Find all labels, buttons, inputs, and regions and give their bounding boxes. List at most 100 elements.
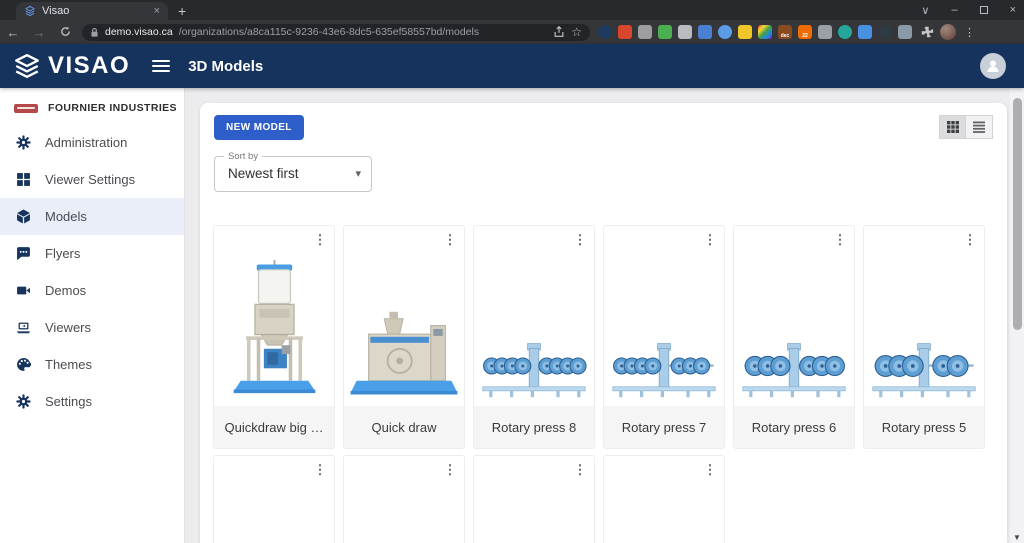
eye-extension-icon[interactable] (878, 25, 892, 39)
browser-profile-avatar[interactable] (940, 24, 956, 40)
card-menu-icon[interactable]: ⋮ (312, 232, 328, 250)
pointer-extension-icon[interactable] (898, 25, 912, 39)
card-menu-icon[interactable]: ⋮ (442, 232, 458, 250)
sidebar-item-label: Settings (45, 394, 92, 409)
forward-icon[interactable]: → (26, 25, 52, 40)
doc-extension-icon[interactable] (678, 25, 692, 39)
sidebar-item-administration[interactable]: Administration (0, 124, 184, 161)
sidebar-item-flyers[interactable]: Flyers (0, 235, 184, 272)
tab-close-icon[interactable]: × (154, 5, 160, 17)
card-footer[interactable]: Rotary press 7 (604, 406, 724, 448)
model-thumbnail-area[interactable] (734, 226, 854, 406)
sidebar-item-label: Demos (45, 283, 87, 298)
quickdraw-thumbnail (350, 311, 458, 395)
list-view-button[interactable] (966, 115, 993, 139)
model-thumbnail-area[interactable] (474, 226, 594, 406)
model-card-rotary-press-7[interactable]: ⋮ Rotary press 7 (603, 225, 725, 449)
sidebar-item-viewers[interactable]: Viewers (0, 309, 184, 346)
model-card-rotary-press-5[interactable]: ⋮ Rotary press 5 (863, 225, 985, 449)
crescent-extension-icon[interactable] (598, 25, 612, 39)
card-footer[interactable]: Rotary press 5 (864, 406, 984, 448)
sidebar-item-label: Models (45, 209, 87, 224)
share-icon[interactable] (553, 26, 565, 38)
model-card-rotary-press-6[interactable]: ⋮ Rotary press 6 (733, 225, 855, 449)
model-card-rotary-press-8[interactable]: ⋮ Rotary press 8 (473, 225, 595, 449)
model-card-partial[interactable]: ⋮ (473, 455, 595, 543)
menu-hamburger-icon[interactable] (152, 60, 171, 72)
minimize-icon[interactable]: – (951, 4, 957, 16)
card-footer[interactable]: Rotary press 8 (474, 406, 594, 448)
card-menu-icon[interactable]: ⋮ (572, 462, 588, 480)
model-card-quickdraw-big[interactable]: ⋮ Quickdraw big … (213, 225, 335, 449)
rotary-press-thumbnail (482, 343, 587, 398)
models-panel: NEW MODEL Sort by Newest first ▾ ⋮ Quick… (200, 103, 1007, 543)
scrollbar-thumb[interactable] (1012, 98, 1022, 330)
model-card-partial[interactable]: ⋮ (213, 455, 335, 543)
model-card-partial[interactable]: ⋮ (343, 455, 465, 543)
page-scrollbar[interactable]: ▼ (1010, 88, 1024, 543)
model-card-partial[interactable]: ⋮ (603, 455, 725, 543)
card-menu-icon[interactable]: ⋮ (442, 462, 458, 480)
sidebar-item-settings[interactable]: Settings (0, 383, 184, 420)
card-footer[interactable]: Rotary press 6 (734, 406, 854, 448)
card-menu-icon[interactable]: ⋮ (962, 232, 978, 250)
rotary-press-thumbnail (742, 343, 846, 398)
tab-search-icon[interactable]: ∨ (921, 4, 929, 17)
mail-extension-icon[interactable] (818, 25, 832, 39)
bookmark-star-icon[interactable]: ☆ (571, 25, 582, 39)
compose-extension-icon[interactable] (858, 25, 872, 39)
grid-view-button[interactable] (939, 115, 966, 139)
browser-tab[interactable]: Visao × (16, 2, 168, 20)
secure-lock-icon[interactable] (90, 27, 99, 38)
drive-extension-icon[interactable] (658, 25, 672, 39)
new-model-button[interactable]: NEW MODEL (214, 115, 304, 140)
sidebar-item-viewer-settings[interactable]: Viewer Settings (0, 161, 184, 198)
model-thumbnail-area[interactable] (214, 226, 334, 406)
card-menu-icon[interactable]: ⋮ (312, 462, 328, 480)
url-bar[interactable]: demo.visao.ca/organizations/a8ca115c-923… (82, 23, 590, 41)
maximize-icon[interactable] (979, 6, 988, 14)
model-thumbnail-area[interactable] (864, 226, 984, 406)
rotary-press-thumbnail (872, 343, 976, 398)
model-cards-row-1: ⋮ Quickdraw big … ⋮ Quick draw ⋮ Rotary … (213, 225, 985, 449)
dot-extension-icon[interactable] (718, 25, 732, 39)
model-title: Rotary press 5 (881, 419, 967, 435)
flask-extension-icon[interactable] (738, 25, 752, 39)
rainbow-extension-icon[interactable] (758, 25, 772, 39)
card-menu-icon[interactable]: ⋮ (572, 232, 588, 250)
organization-row[interactable]: FOURNIER INDUSTRIES (0, 88, 184, 124)
back-icon[interactable]: ← (0, 25, 26, 40)
pin-extension-icon[interactable] (618, 25, 632, 39)
sort-label: Sort by (224, 151, 263, 162)
extension-label: dec (780, 33, 790, 39)
new-tab-button[interactable]: + (178, 3, 186, 19)
model-cards-row-2: ⋮ ⋮ ⋮ ⋮ (213, 455, 725, 543)
card-footer[interactable]: Quick draw (344, 406, 464, 448)
sort-select[interactable]: Sort by Newest first ▾ (214, 151, 372, 192)
card-menu-icon[interactable]: ⋮ (702, 232, 718, 250)
panel-extension-icon[interactable] (698, 25, 712, 39)
window-close-icon[interactable]: × (1010, 4, 1016, 16)
reload-icon[interactable] (52, 25, 78, 40)
card-footer[interactable]: Quickdraw big … (214, 406, 334, 448)
visao-logo[interactable]: VISAO (13, 52, 130, 80)
sidebar-item-models[interactable]: Models (0, 198, 184, 235)
dec-extension-icon[interactable]: dec (778, 25, 792, 39)
browser-menu-icon[interactable]: ⋮ (964, 26, 975, 39)
scrollbar-down-icon[interactable]: ▼ (1010, 533, 1024, 542)
model-thumbnail-area[interactable] (344, 226, 464, 406)
model-card-quick-draw[interactable]: ⋮ Quick draw (343, 225, 465, 449)
fournier-logo (14, 103, 38, 113)
view-toggle (939, 115, 993, 139)
extensions-puzzle-icon[interactable] (920, 25, 934, 39)
user-avatar[interactable] (980, 53, 1006, 79)
sidebar-item-demos[interactable]: Demos (0, 272, 184, 309)
file-extension-icon[interactable] (638, 25, 652, 39)
gem-extension-icon[interactable] (838, 25, 852, 39)
card-menu-icon[interactable]: ⋮ (832, 232, 848, 250)
model-thumbnail-area[interactable] (604, 226, 724, 406)
card-menu-icon[interactable]: ⋮ (702, 462, 718, 480)
tab-title: Visao (42, 5, 70, 17)
calendar-extension-icon[interactable]: 22 (798, 25, 812, 39)
sidebar-item-themes[interactable]: Themes (0, 346, 184, 383)
